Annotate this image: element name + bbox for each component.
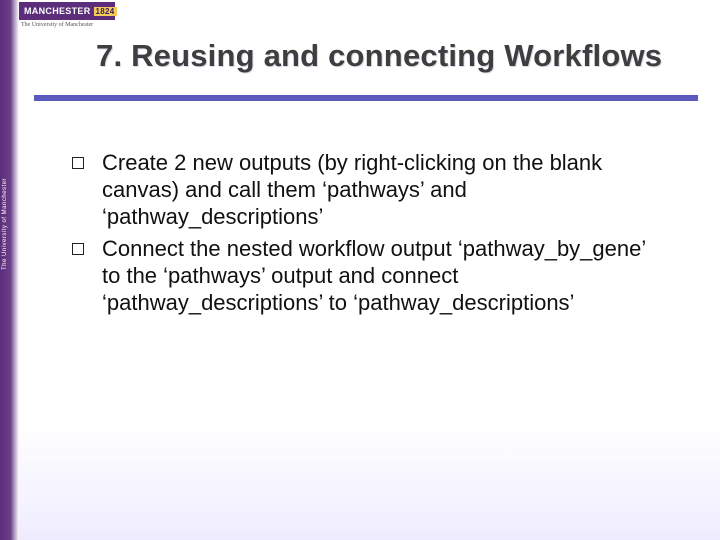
left-sidebar: The University of Manchester [0, 0, 19, 540]
logo-name: MANCHESTER [24, 6, 91, 16]
logo-top-bar: MANCHESTER 1824 [19, 2, 115, 20]
slide: The University of Manchester MANCHESTER … [0, 0, 720, 540]
title-separator [34, 95, 698, 101]
slide-title: 7. Reusing and connecting Workflows [96, 38, 696, 74]
slide-body: Create 2 new outputs (by right-clicking … [72, 150, 657, 323]
square-bullet-icon [72, 157, 84, 169]
square-bullet-icon [72, 243, 84, 255]
logo-year: 1824 [94, 7, 117, 16]
sidebar-university-text: The University of Manchester [2, 178, 8, 270]
list-item: Connect the nested workflow output ‘path… [72, 236, 657, 316]
list-item: Create 2 new outputs (by right-clicking … [72, 150, 657, 230]
logo-subline: The University of Manchester [19, 20, 115, 28]
university-logo: MANCHESTER 1824 The University of Manche… [19, 2, 115, 28]
bullet-text: Connect the nested workflow output ‘path… [102, 236, 657, 316]
bullet-text: Create 2 new outputs (by right-clicking … [102, 150, 657, 230]
